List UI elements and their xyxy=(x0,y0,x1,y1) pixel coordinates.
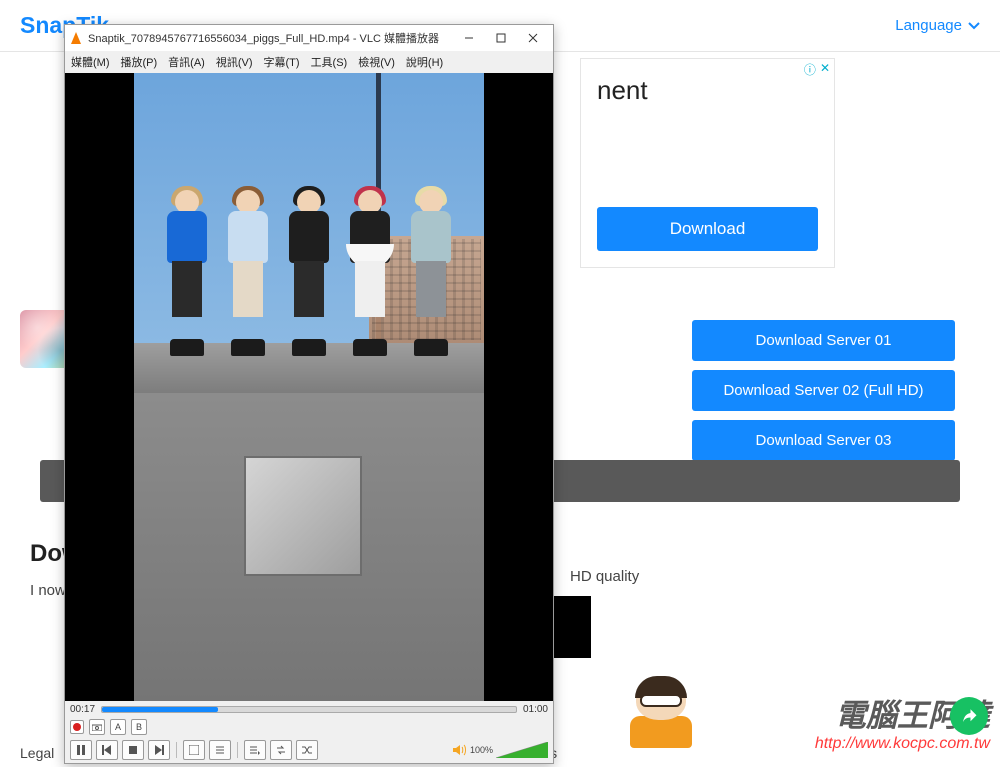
ad-close-icon[interactable]: ✕ xyxy=(820,61,830,78)
snapshot-button[interactable] xyxy=(89,719,105,735)
pause-icon xyxy=(76,745,86,755)
playlist-icon xyxy=(250,745,260,755)
language-label: Language xyxy=(895,17,962,34)
playlist-button[interactable] xyxy=(244,740,266,760)
menu-tools[interactable]: 工具(S) xyxy=(311,54,348,70)
vlc-menubar: 媒體(M) 播放(P) 音訊(A) 視訊(V) 字幕(T) 工具(S) 檢視(V… xyxy=(65,51,553,73)
menu-video[interactable]: 視訊(V) xyxy=(216,54,253,70)
share-icon xyxy=(960,707,978,725)
ad-download-button[interactable]: Download xyxy=(597,207,818,251)
skip-back-icon xyxy=(102,745,112,755)
download-server-1-button[interactable]: Download Server 01 xyxy=(692,320,955,361)
speaker-icon[interactable] xyxy=(453,744,467,756)
loop-a-button[interactable]: A xyxy=(110,719,126,735)
fullscreen-button[interactable] xyxy=(183,740,205,760)
pause-button[interactable] xyxy=(70,740,92,760)
loop-button[interactable] xyxy=(270,740,292,760)
record-button[interactable] xyxy=(70,720,84,734)
stop-icon xyxy=(129,746,137,754)
watermark-url: http://www.kocpc.com.tw xyxy=(815,735,990,753)
video-frame xyxy=(134,73,484,701)
vlc-title-text: Snaptik_7078945767716556034_piggs_Full_H… xyxy=(88,30,439,46)
volume-percent: 100% xyxy=(470,745,493,755)
previous-button[interactable] xyxy=(96,740,118,760)
skip-forward-icon xyxy=(154,745,164,755)
hd-quality-text: HD quality xyxy=(570,568,639,585)
menu-help[interactable]: 說明(H) xyxy=(406,54,443,70)
ad-heading: nent xyxy=(597,75,818,106)
seek-bar[interactable] xyxy=(101,706,517,713)
loop-b-button[interactable]: B xyxy=(131,719,147,735)
stop-button[interactable] xyxy=(122,740,144,760)
fullscreen-icon xyxy=(189,745,199,755)
menu-audio[interactable]: 音訊(A) xyxy=(168,54,205,70)
share-button[interactable] xyxy=(950,697,988,735)
footer-legal[interactable]: Legal xyxy=(20,745,54,761)
time-current: 00:17 xyxy=(70,704,95,715)
chevron-down-icon xyxy=(968,22,980,30)
window-maximize-button[interactable] xyxy=(485,27,517,49)
download-server-3-button[interactable]: Download Server 03 xyxy=(692,420,955,461)
record-icon xyxy=(73,723,81,731)
loop-icon xyxy=(276,745,286,755)
menu-playback[interactable]: 播放(P) xyxy=(121,54,158,70)
vlc-titlebar[interactable]: Snaptik_7078945767716556034_piggs_Full_H… xyxy=(65,25,553,51)
time-total: 01:00 xyxy=(523,704,548,715)
menu-media[interactable]: 媒體(M) xyxy=(71,54,110,70)
vlc-cone-icon xyxy=(69,31,83,45)
menu-subtitle[interactable]: 字幕(T) xyxy=(264,54,300,70)
menu-view[interactable]: 檢視(V) xyxy=(358,54,395,70)
window-minimize-button[interactable] xyxy=(453,27,485,49)
vlc-video-area[interactable] xyxy=(65,73,553,701)
window-close-button[interactable] xyxy=(517,27,549,49)
equalizer-icon xyxy=(215,745,225,755)
camera-icon xyxy=(92,723,102,731)
next-button[interactable] xyxy=(148,740,170,760)
language-selector[interactable]: Language xyxy=(895,17,980,34)
mascot-cartoon xyxy=(622,674,700,752)
ad-card: ⓘ ✕ nent Download xyxy=(580,58,835,268)
shuffle-button[interactable] xyxy=(296,740,318,760)
ad-info-icon[interactable]: ⓘ xyxy=(804,61,816,78)
shuffle-icon xyxy=(302,745,312,755)
vlc-window: Snaptik_7078945767716556034_piggs_Full_H… xyxy=(64,24,554,764)
download-server-2-button[interactable]: Download Server 02 (Full HD) xyxy=(692,370,955,411)
volume-slider[interactable] xyxy=(496,742,548,758)
extended-settings-button[interactable] xyxy=(209,740,231,760)
